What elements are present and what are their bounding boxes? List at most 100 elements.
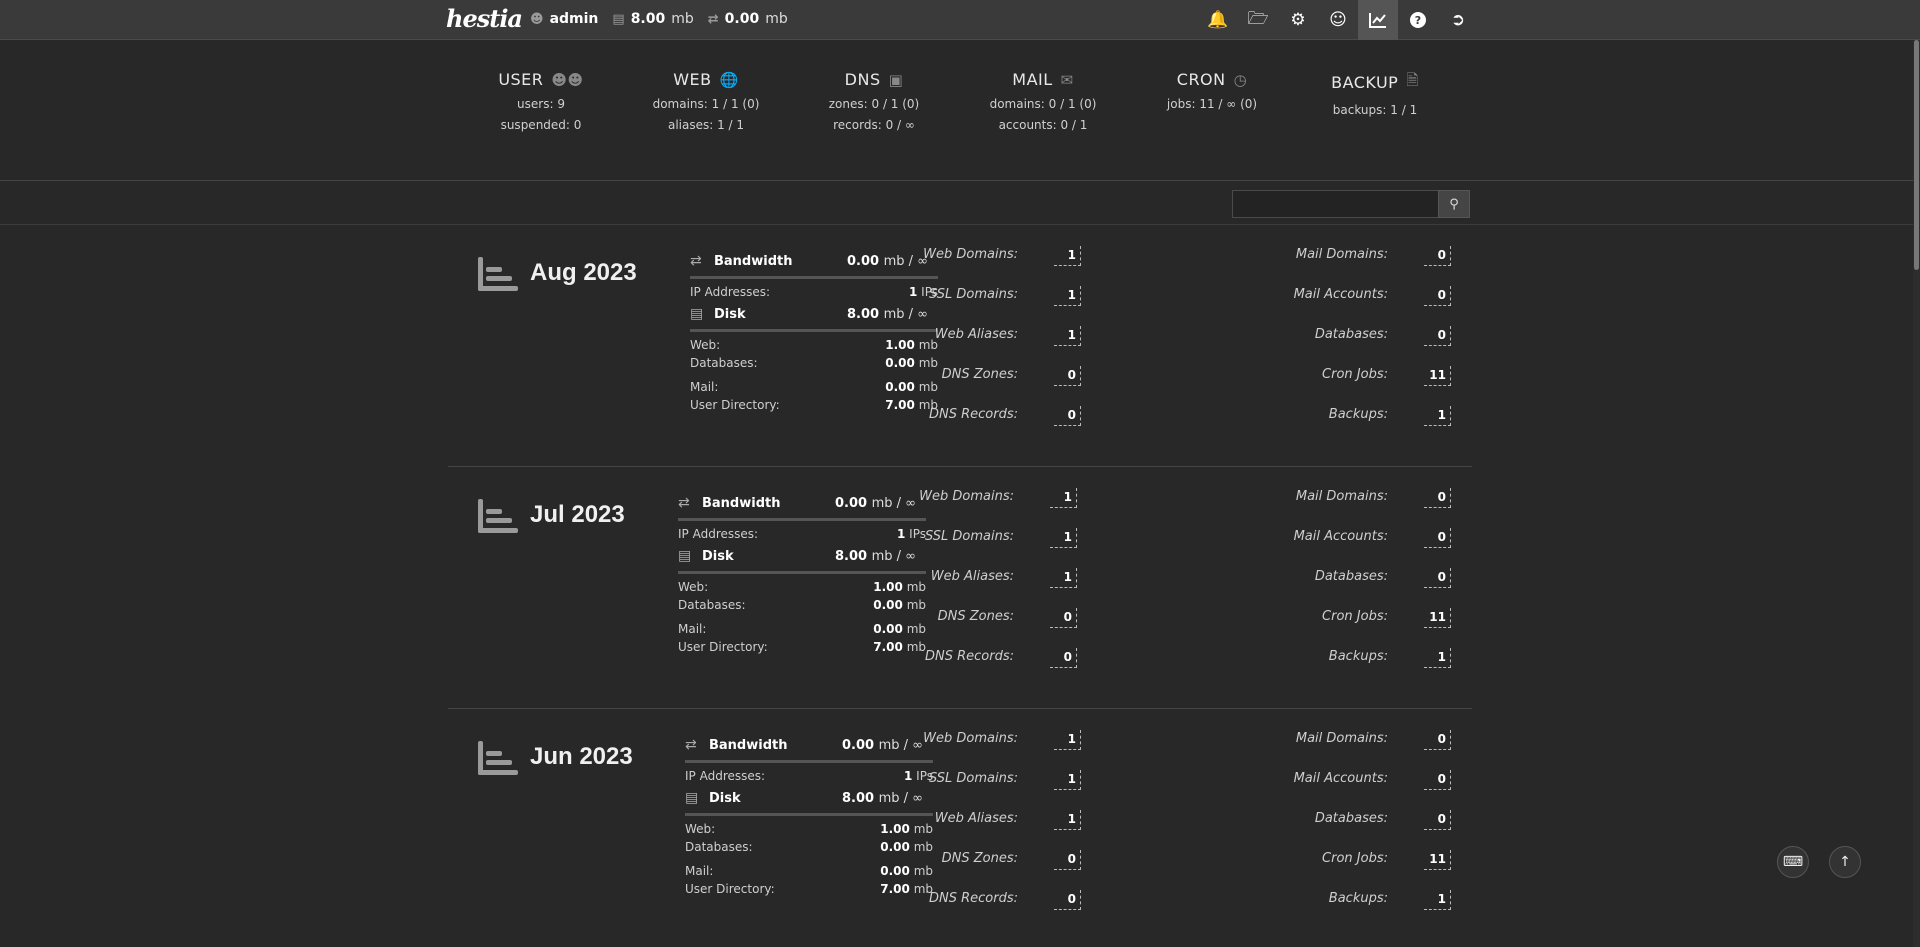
stat-label: Web Domains: xyxy=(919,489,1014,504)
summary-title: USER xyxy=(498,70,544,89)
disk-value: 8.00 xyxy=(847,306,880,322)
stat-label: SSL Domains: xyxy=(924,529,1014,544)
bandwidth-header: ⇄ Bandwidth 0.00 mb / ∞ xyxy=(690,250,938,272)
stat-label: DNS Records: xyxy=(924,649,1014,664)
disk-label: Disk xyxy=(714,306,746,322)
stat-value: 0 xyxy=(1050,608,1077,628)
stat-databases-stat: Databases: 0 xyxy=(1291,317,1451,357)
ip-addresses-line: IP Addresses: 1 IPs xyxy=(690,285,938,303)
stat-mail-domains: Mail Domains: 0 xyxy=(1291,721,1451,761)
summary-mail[interactable]: MAIL ✉ domains: 0 / 1 (0) accounts: 0 / 1 xyxy=(963,70,1123,132)
bell-icon[interactable]: 🔔 xyxy=(1198,0,1238,40)
search-button[interactable]: ⚲ xyxy=(1438,190,1470,218)
ip-addresses-value: 1 xyxy=(908,285,918,299)
summary-line: records: 0 / ∞ xyxy=(833,118,915,132)
stat-label: DNS Zones: xyxy=(941,367,1018,382)
mail-usage-label: Mail: xyxy=(685,864,714,878)
summary-line: domains: 0 / 1 (0) xyxy=(989,97,1097,111)
stat-backups: Backups: 1 xyxy=(1291,397,1451,437)
summary-backup[interactable]: BACKUP 🗎 backups: 1 / 1 xyxy=(1295,70,1455,117)
stat-value: 0 xyxy=(1424,810,1451,830)
ip-addresses-label: IP Addresses: xyxy=(690,285,771,299)
databases-usage-value: 0.00 xyxy=(880,840,910,854)
top-nav-icons: 🔔 🗁 ⚙ ☺ ? ➲ xyxy=(1198,0,1478,40)
mail-usage-value: 0.00 xyxy=(880,864,910,878)
stat-web-aliases: Web Aliases: 1 xyxy=(921,317,1081,357)
stat-value: 1 xyxy=(1054,286,1081,306)
stat-web-aliases: Web Aliases: 1 xyxy=(921,801,1081,841)
stat-value: 1 xyxy=(1054,810,1081,830)
help-icon[interactable]: ? xyxy=(1398,0,1438,40)
stat-value: 0 xyxy=(1054,406,1081,426)
bandwidth-header: ⇄ Bandwidth 0.00 mb / ∞ xyxy=(685,734,933,756)
top-stats: ☻ admin ▤ 8.00 mb ⇄ 0.00 mb xyxy=(530,11,788,27)
logout-icon[interactable]: ➲ xyxy=(1438,0,1478,40)
disk-value: 8.00 xyxy=(842,790,875,806)
month-stats-row: Jul 2023 ⇄ Bandwidth 0.00 mb / ∞ IP Addr… xyxy=(448,467,1472,709)
stat-label: Web Aliases: xyxy=(930,569,1014,584)
disk-usage-unit: mb xyxy=(671,11,694,27)
stat-dns-zones: DNS Zones: 0 xyxy=(921,357,1081,397)
chart-line-icon[interactable] xyxy=(1358,0,1398,40)
stat-value: 1 xyxy=(1424,648,1451,668)
mail-usage-label: Mail: xyxy=(678,622,707,636)
stat-value: 0 xyxy=(1424,286,1451,306)
scroll-top-button[interactable]: ↑ xyxy=(1829,846,1861,878)
summary-title: MAIL xyxy=(1012,70,1053,89)
stat-label: Mail Domains: xyxy=(1295,247,1388,262)
keyboard-icon: ⌨ xyxy=(1782,854,1804,870)
stat-label: Mail Domains: xyxy=(1295,731,1388,746)
summary-line: users: 9 xyxy=(517,97,565,111)
stat-web-domains: Web Domains: 1 xyxy=(917,479,1077,519)
stat-value: 0 xyxy=(1424,568,1451,588)
summary-title: CRON xyxy=(1176,70,1226,89)
stat-value: 0 xyxy=(1054,890,1081,910)
hdd-icon: ▤ xyxy=(685,790,699,806)
ip-addresses-label: IP Addresses: xyxy=(685,769,766,783)
stat-value: 0 xyxy=(1054,850,1081,870)
web-usage-value: 1.00 xyxy=(873,580,903,594)
summary-web[interactable]: WEB 🌐 domains: 1 / 1 (0) aliases: 1 / 1 xyxy=(626,70,786,132)
user-directory-usage-line: User Directory: 7.00 mb xyxy=(685,882,933,900)
summary-title: DNS xyxy=(844,70,881,89)
stat-label: Cron Jobs: xyxy=(1322,609,1388,624)
stat-value: 1 xyxy=(1054,770,1081,790)
search-input[interactable] xyxy=(1232,190,1438,218)
stat-value: 0 xyxy=(1424,488,1451,508)
scrollbar-thumb[interactable] xyxy=(1914,40,1919,270)
exchange-icon: ⇄ xyxy=(690,253,702,269)
hdd-icon: ▤ xyxy=(678,548,692,564)
gear-icon[interactable]: ⚙ xyxy=(1278,0,1318,40)
mail-usage-label: Mail: xyxy=(690,380,719,394)
ip-addresses-line: IP Addresses: 1 IPs xyxy=(678,527,926,545)
stat-value: 0 xyxy=(1424,246,1451,266)
month-stats-row: Jun 2023 ⇄ Bandwidth 0.00 mb / ∞ IP Addr… xyxy=(448,709,1472,947)
stat-label: DNS Zones: xyxy=(941,851,1018,866)
stat-ssl-domains: SSL Domains: 1 xyxy=(917,519,1077,559)
stat-value: 1 xyxy=(1054,730,1081,750)
databases-usage-label: Databases: xyxy=(685,840,753,854)
disk-header: ▤ Disk 8.00 mb / ∞ xyxy=(690,303,938,325)
stat-label: Mail Accounts: xyxy=(1293,771,1388,786)
summary-panel: USER ☻☻ users: 9 suspended: 0 WEB 🌐 domain… xyxy=(0,40,1920,181)
bandwidth-unit: mb / ∞ xyxy=(871,495,916,511)
summary-cron[interactable]: CRON ◷ jobs: 11 / ∞ (0) xyxy=(1132,70,1292,111)
summary-line: aliases: 1 / 1 xyxy=(667,118,745,132)
user-circle-icon[interactable]: ☺ xyxy=(1318,0,1358,40)
summary-user[interactable]: USER ☻☻ users: 9 suspended: 0 xyxy=(461,70,621,132)
keyboard-shortcuts-button[interactable]: ⌨ xyxy=(1777,846,1809,878)
stat-label: Databases: xyxy=(1314,569,1388,584)
username: admin xyxy=(549,11,599,27)
folder-icon[interactable]: 🗁 xyxy=(1238,0,1278,40)
address-book-icon: ▣ xyxy=(888,70,904,89)
hestia-logo[interactable]: hestia xyxy=(446,4,523,33)
mail-usage-value: 0.00 xyxy=(885,380,915,394)
summary-line: backups: 1 / 1 xyxy=(1332,103,1418,117)
disk-header: ▤ Disk 8.00 mb / ∞ xyxy=(678,545,926,567)
summary-dns[interactable]: DNS ▣ zones: 0 / 1 (0) records: 0 / ∞ xyxy=(794,70,954,132)
stat-label: Cron Jobs: xyxy=(1322,851,1388,866)
web-usage-label: Web: xyxy=(678,580,709,594)
stat-web-aliases: Web Aliases: 1 xyxy=(917,559,1077,599)
stat-dns-records: DNS Records: 0 xyxy=(917,639,1077,679)
current-user[interactable]: ☻ admin xyxy=(530,11,598,27)
